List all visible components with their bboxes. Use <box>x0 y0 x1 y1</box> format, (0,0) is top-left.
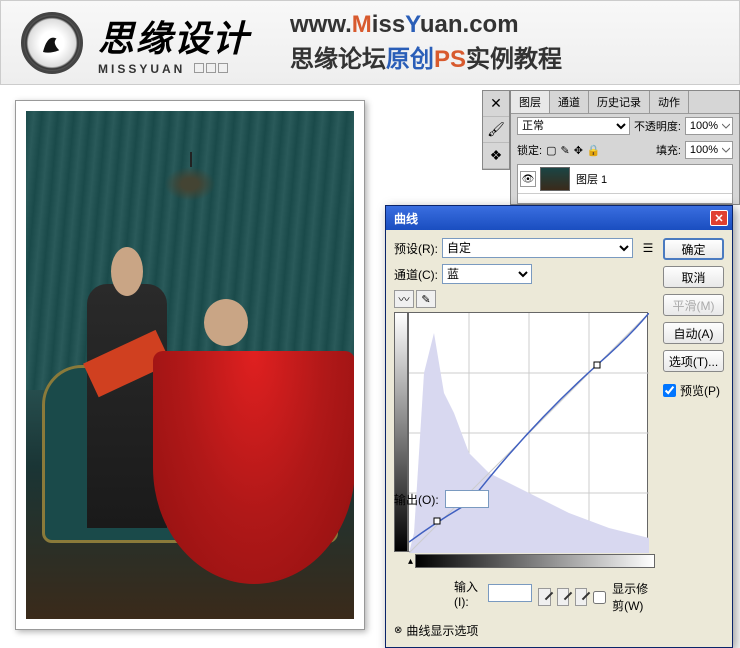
tool-options-column: ✕ 🖌 ❖ <box>482 90 510 170</box>
show-clip-label: 显示修剪(W) <box>612 580 655 614</box>
curve-point-1[interactable] <box>434 518 440 524</box>
show-clip-checkbox[interactable] <box>593 591 606 604</box>
brand-en: MISSYUAN <box>98 62 250 76</box>
curve-options-label[interactable]: 曲线显示选项 <box>406 622 478 639</box>
smooth-button: 平滑(M) <box>663 294 724 316</box>
site-header: 思缘设计 MISSYUAN www.MissYuan.com 思缘论坛原创PS实… <box>0 0 740 85</box>
white-point-dropper[interactable] <box>575 588 587 606</box>
header-right: www.MissYuan.com 思缘论坛原创PS实例教程 <box>290 11 562 74</box>
cancel-button[interactable]: 取消 <box>663 266 724 288</box>
tool-icon-1[interactable]: ✕ <box>483 91 509 117</box>
dialog-titlebar[interactable]: 曲线 ✕ <box>386 206 732 230</box>
channel-select[interactable]: 蓝 <box>442 264 532 284</box>
fill-input[interactable] <box>685 141 733 159</box>
swan-logo-icon <box>34 25 70 61</box>
input-gradient <box>415 554 655 568</box>
lock-label: 锁定: <box>517 142 542 158</box>
gray-point-dropper[interactable] <box>557 588 569 606</box>
tab-actions[interactable]: 动作 <box>650 91 689 113</box>
ok-button[interactable]: 确定 <box>663 238 724 260</box>
preset-menu-icon[interactable]: ☰ <box>641 241 655 255</box>
site-subtitle: 思缘论坛原创PS实例教程 <box>290 39 562 74</box>
close-button[interactable]: ✕ <box>710 210 728 226</box>
tab-layers[interactable]: 图层 <box>511 91 550 113</box>
woman-figure <box>179 299 305 558</box>
brand-cn: 思缘设计 <box>98 10 250 62</box>
lock-transparent-icon[interactable]: ▢ <box>546 144 556 157</box>
expand-arrow-icon[interactable]: ⊗ <box>394 625 402 636</box>
preview-label: 预览(P) <box>680 382 720 399</box>
lock-paint-icon[interactable]: ✎ <box>560 144 569 157</box>
layer-list: 👁 图层 1 <box>517 164 733 204</box>
opacity-input[interactable] <box>685 117 733 135</box>
panels-dock: 图层 通道 历史记录 动作 正常 不透明度: 锁定: ▢ ✎ ✥ 🔒 填充: 👁… <box>510 90 740 205</box>
tab-channels[interactable]: 通道 <box>550 91 589 113</box>
input-input[interactable] <box>488 584 532 602</box>
tool-icon-3[interactable]: ❖ <box>483 143 509 169</box>
logo-badge <box>21 12 83 74</box>
chandelier <box>160 152 220 212</box>
curve-point-2[interactable] <box>594 362 600 368</box>
arrow-up-icon: ▴ <box>408 556 413 567</box>
layer-name: 图层 1 <box>576 171 607 187</box>
preset-label: 预设(R): <box>394 240 438 257</box>
brand-text: 思缘设计 MISSYUAN <box>98 10 250 76</box>
document-canvas[interactable] <box>15 100 365 630</box>
output-gradient <box>394 312 408 552</box>
lock-move-icon[interactable]: ✥ <box>574 144 583 157</box>
photo-content <box>26 111 354 619</box>
lock-all-icon[interactable]: 🔒 <box>587 144 601 157</box>
auto-button[interactable]: 自动(A) <box>663 322 724 344</box>
preset-select[interactable]: 自定 <box>442 238 633 258</box>
preview-checkbox[interactable] <box>663 384 676 397</box>
input-label: 输入(I): <box>454 578 482 609</box>
output-input[interactable] <box>445 490 489 508</box>
curve-mode-icon[interactable]: 〰 <box>394 290 414 308</box>
curve-graph[interactable] <box>408 312 648 552</box>
options-button[interactable]: 选项(T)... <box>663 350 724 372</box>
pencil-mode-icon[interactable]: ✎ <box>416 290 436 308</box>
channel-label: 通道(C): <box>394 266 438 283</box>
layer-visibility-icon[interactable]: 👁 <box>520 171 536 187</box>
layer-thumbnail[interactable] <box>540 167 570 191</box>
couple <box>75 253 305 558</box>
output-label: 输出(O): <box>394 491 439 508</box>
curves-dialog: 曲线 ✕ 预设(R): 自定 ☰ 通道(C): 蓝 〰 ✎ <box>385 205 733 648</box>
tab-history[interactable]: 历史记录 <box>589 91 650 113</box>
black-point-dropper[interactable] <box>538 588 550 606</box>
layer-item-1[interactable]: 👁 图层 1 <box>518 165 732 194</box>
site-url: www.MissYuan.com <box>290 11 562 39</box>
panel-tabs: 图层 通道 历史记录 动作 <box>511 91 739 114</box>
opacity-label: 不透明度: <box>634 118 681 134</box>
tool-icon-2[interactable]: 🖌 <box>483 117 509 143</box>
dialog-title: 曲线 <box>390 210 710 227</box>
blend-mode-select[interactable]: 正常 <box>517 117 630 135</box>
fill-label: 填充: <box>656 142 681 158</box>
